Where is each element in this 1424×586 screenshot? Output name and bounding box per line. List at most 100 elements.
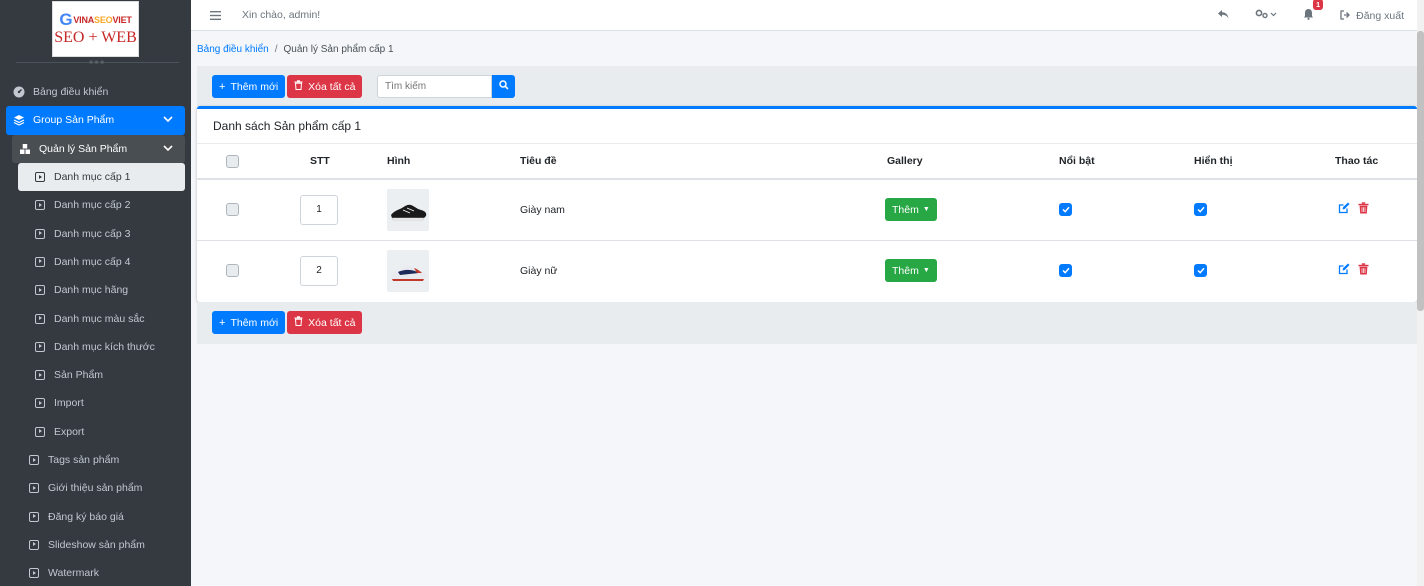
caret-down-icon: ▼ bbox=[922, 267, 930, 275]
sidebar-item-color-category[interactable]: Danh mục màu sắc bbox=[0, 304, 191, 332]
notification-bell-icon[interactable]: 1 bbox=[1303, 0, 1324, 23]
chevron-down-icon bbox=[163, 144, 173, 154]
boxes-icon bbox=[19, 143, 31, 155]
plus-icon: + bbox=[219, 316, 226, 329]
edit-icon[interactable] bbox=[1338, 202, 1350, 217]
sidebar-item-products[interactable]: Sản Phẩm bbox=[0, 361, 191, 389]
delete-all-label: Xóa tất cả bbox=[308, 316, 356, 329]
table-row: 1 Giày nam Thêm ▼ bbox=[197, 179, 1417, 241]
top-navbar: Xin chào, admin! 1 Đăng xuất bbox=[191, 0, 1424, 31]
header-image: Hình bbox=[387, 144, 520, 180]
category-table: STT Hình Tiêu đề Gallery Nổi bật Hiển th… bbox=[197, 144, 1417, 301]
caret-square-icon bbox=[28, 539, 40, 551]
row-title: Giày nữ bbox=[520, 264, 558, 277]
card-title: Danh sách Sản phẩm cấp 1 bbox=[197, 109, 1417, 144]
caret-square-icon bbox=[34, 313, 46, 325]
featured-checkbox[interactable] bbox=[1059, 203, 1072, 217]
delete-all-button[interactable]: Xóa tất cả bbox=[287, 75, 363, 98]
sidebar-item-label: Danh mục màu sắc bbox=[54, 312, 145, 325]
layers-icon bbox=[13, 114, 25, 127]
caret-square-icon bbox=[28, 482, 40, 494]
delete-icon[interactable] bbox=[1358, 202, 1369, 217]
brand[interactable]: G VINA SEO VIET SEO + WEB bbox=[0, 0, 191, 62]
sidebar-item-group-products[interactable]: Group Sản Phẩm bbox=[6, 106, 185, 135]
gallery-add-label: Thêm bbox=[892, 203, 919, 216]
sidebar: G VINA SEO VIET SEO + WEB ■■■ Bảng điều kh… bbox=[0, 0, 191, 586]
sidebar-item-quote-request[interactable]: Đăng ký báo giá bbox=[0, 502, 191, 530]
sidebar-item-label: Bảng điều khiển bbox=[33, 86, 109, 99]
menu-toggle-icon[interactable] bbox=[210, 8, 224, 23]
search-button[interactable] bbox=[492, 75, 515, 98]
add-new-label: Thêm mới bbox=[230, 316, 279, 329]
chevron-down-icon bbox=[163, 115, 173, 125]
visible-checkbox[interactable] bbox=[1194, 203, 1207, 217]
select-all-checkbox[interactable] bbox=[226, 154, 239, 168]
product-thumbnail[interactable] bbox=[387, 249, 429, 292]
delete-icon[interactable] bbox=[1358, 263, 1369, 278]
logo-vina: VINA bbox=[73, 14, 95, 25]
search-input[interactable] bbox=[377, 75, 492, 98]
sidebar-item-label: Sản Phẩm bbox=[54, 369, 104, 382]
product-thumbnail[interactable] bbox=[387, 188, 429, 231]
bottom-toolbar: + Thêm mới Xóa tất cả bbox=[197, 302, 1417, 344]
sidebar-item-category-level-1[interactable]: Danh mục cấp 1 bbox=[18, 162, 185, 192]
sidebar-item-size-category[interactable]: Danh mục kích thước bbox=[0, 333, 191, 361]
header-gallery: Gallery bbox=[819, 144, 1059, 180]
logout-label: Đăng xuất bbox=[1356, 9, 1404, 22]
sidebar-item-category-level-2[interactable]: Danh mục cấp 2 bbox=[0, 191, 191, 219]
settings-dropdown-icon[interactable] bbox=[1255, 9, 1277, 22]
gallery-add-dropdown[interactable]: Thêm ▼ bbox=[885, 259, 937, 283]
row-checkbox[interactable] bbox=[226, 203, 239, 217]
sidebar-item-product-tags[interactable]: Tags sản phẩm bbox=[0, 446, 191, 474]
caret-square-icon bbox=[28, 567, 40, 579]
search-icon bbox=[498, 80, 509, 93]
sidebar-item-brand-category[interactable]: Danh mục hãng bbox=[0, 276, 191, 304]
brand-logo[interactable]: G VINA SEO VIET SEO + WEB bbox=[52, 1, 139, 57]
sidebar-item-export[interactable]: Export bbox=[0, 418, 191, 446]
edit-icon[interactable] bbox=[1338, 263, 1350, 278]
visible-checkbox[interactable] bbox=[1194, 264, 1207, 278]
add-new-label: Thêm mới bbox=[230, 80, 279, 93]
caret-square-icon bbox=[34, 341, 46, 353]
caret-square-icon bbox=[28, 511, 40, 523]
sidebar-item-product-slideshow[interactable]: Slideshow sản phẩm bbox=[0, 531, 191, 559]
reply-icon[interactable] bbox=[1217, 9, 1229, 22]
dashboard-icon bbox=[13, 86, 25, 98]
trash-icon bbox=[294, 80, 303, 93]
page-scrollbar-thumb[interactable] bbox=[1417, 31, 1424, 311]
featured-checkbox[interactable] bbox=[1059, 264, 1072, 278]
sidebar-item-category-level-4[interactable]: Danh mục cấp 4 bbox=[0, 248, 191, 276]
caret-square-icon bbox=[34, 171, 46, 183]
row-checkbox[interactable] bbox=[226, 264, 239, 278]
stt-input[interactable]: 2 bbox=[300, 255, 338, 286]
sidebar-item-category-level-3[interactable]: Danh mục cấp 3 bbox=[0, 219, 191, 247]
sidebar-item-watermark[interactable]: Watermark bbox=[0, 559, 191, 586]
sidebar-item-label: Đăng ký báo giá bbox=[48, 510, 124, 523]
sidebar-item-dashboard[interactable]: Bảng điều khiển bbox=[0, 78, 191, 106]
caret-square-icon bbox=[34, 369, 46, 381]
breadcrumb-home-link[interactable]: Bảng điều khiển bbox=[197, 44, 269, 55]
logo-seo: SEO bbox=[94, 14, 113, 25]
sidebar-item-label: Danh mục kích thước bbox=[54, 340, 155, 353]
logo-viet: VIET bbox=[112, 14, 132, 25]
gallery-add-dropdown[interactable]: Thêm ▼ bbox=[885, 198, 937, 222]
select-all-header bbox=[197, 144, 267, 180]
caret-square-icon bbox=[28, 454, 40, 466]
sidebar-item-label: Slideshow sản phẩm bbox=[48, 538, 145, 551]
notification-badge: 1 bbox=[1313, 0, 1324, 10]
logout-link[interactable]: Đăng xuất bbox=[1340, 10, 1404, 22]
row-title: Giày nam bbox=[520, 179, 819, 241]
sidebar-divider: ■■■ bbox=[16, 60, 179, 66]
plus-icon: + bbox=[219, 80, 226, 93]
header-actions: Thao tác bbox=[1299, 144, 1417, 180]
add-new-button-bottom[interactable]: + Thêm mới bbox=[212, 311, 286, 334]
caret-square-icon bbox=[34, 228, 46, 240]
caret-square-icon bbox=[34, 426, 46, 438]
sidebar-item-product-management[interactable]: Quản lý Sản Phẩm bbox=[12, 134, 185, 163]
stt-input[interactable]: 1 bbox=[300, 194, 338, 225]
sidebar-item-import[interactable]: Import bbox=[0, 389, 191, 417]
sidebar-item-product-intro[interactable]: Giới thiệu sản phẩm bbox=[0, 474, 191, 502]
header-featured: Nổi bật bbox=[1059, 144, 1179, 180]
delete-all-button-bottom[interactable]: Xóa tất cả bbox=[287, 311, 363, 334]
add-new-button[interactable]: + Thêm mới bbox=[212, 75, 286, 98]
